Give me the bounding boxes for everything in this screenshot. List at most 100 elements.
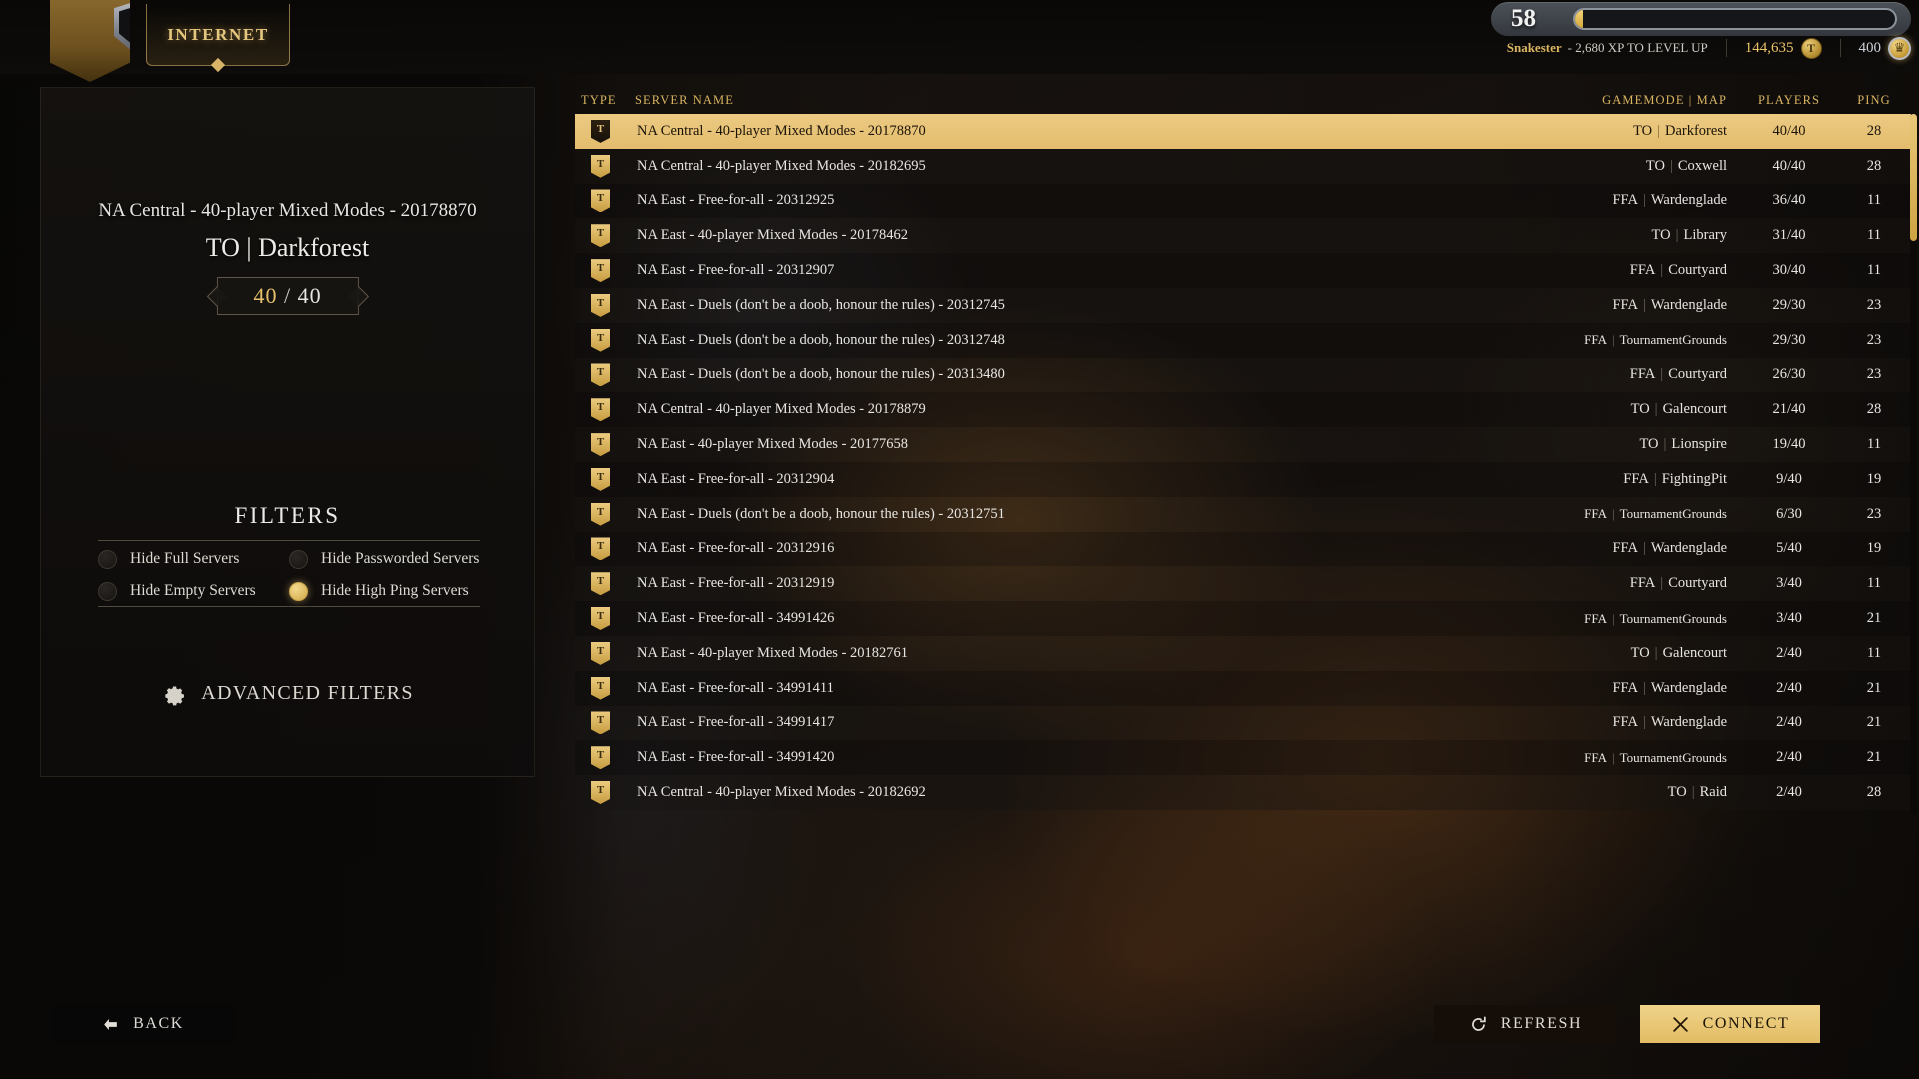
table-row[interactable]: NA East - Duels (don't be a doob, honour… [575, 357, 1911, 393]
server-gamemode-map: FFA | TournamentGrounds [1491, 750, 1741, 766]
arrow-left-icon [104, 1018, 117, 1030]
server-gamemode: TO [1639, 436, 1659, 453]
server-type-icon [591, 746, 610, 770]
column-header-gamemode-map[interactable]: GAMEMODE | MAP [1491, 93, 1741, 108]
server-map: Wardenglade [1650, 714, 1727, 731]
server-ping: 28 [1866, 157, 1882, 174]
top-bar: INTERNET 58 Snakester - 2,680 XP TO LEVE… [0, 0, 1919, 82]
server-players: 2/40 [1776, 784, 1802, 801]
server-ping: 11 [1867, 192, 1881, 209]
refresh-icon [1471, 1016, 1486, 1031]
toggle-icon[interactable] [98, 581, 117, 601]
server-gamemode: FFA [1612, 714, 1638, 731]
filters-grid: Hide Full Servers Hide Passworded Server… [98, 543, 480, 607]
xp-bar [1573, 8, 1897, 30]
server-players: 6/30 [1776, 505, 1802, 522]
table-row[interactable]: NA East - Free-for-all - 34991417 FFA|War… [575, 705, 1911, 741]
back-button[interactable]: BACK [50, 1005, 235, 1043]
separator: | [1660, 262, 1664, 279]
table-row[interactable]: NA East - Free-for-all - 34991411 FFA|War… [575, 670, 1911, 706]
column-header-server-name[interactable]: SERVER NAME [635, 93, 1491, 108]
server-gamemode: TO [1630, 644, 1650, 661]
table-row[interactable]: NA East - 40-player Mixed Modes - 201784… [575, 218, 1911, 254]
server-map: Courtyard [1668, 262, 1727, 279]
column-header-players[interactable]: PLAYERS [1741, 93, 1837, 108]
table-row[interactable]: NA East - Duels (don't be a doob, honour… [575, 322, 1911, 358]
filter-hide-full-servers[interactable]: Hide Full Servers [98, 549, 289, 569]
tab-internet[interactable]: INTERNET [146, 4, 290, 66]
table-row[interactable]: NA East - Free-for-all - 20312916 FFA|War… [575, 531, 1911, 567]
table-row[interactable]: NA Central - 40-player Mixed Modes - 201… [575, 775, 1911, 810]
separator: | [1663, 436, 1667, 453]
table-row[interactable]: NA East - 40-player Mixed Modes - 201827… [575, 635, 1911, 671]
server-name: NA East - Duels (don't be a doob, honour… [637, 331, 1005, 348]
server-map: Galencourt [1662, 401, 1727, 418]
server-map: TournamentGrounds [1619, 610, 1727, 626]
server-type-icon [591, 607, 610, 631]
column-header-ping[interactable]: PING [1837, 93, 1911, 108]
toggle-icon[interactable] [98, 549, 117, 569]
separator: | [1611, 332, 1615, 348]
table-row[interactable]: NA East - Free-for-all - 20312919 FFA|Cou… [575, 566, 1911, 602]
separator: | [1642, 192, 1646, 209]
refresh-button[interactable]: REFRESH [1434, 1005, 1617, 1043]
table-row[interactable]: NA East - 40-player Mixed Modes - 201776… [575, 427, 1911, 462]
server-type-icon [591, 259, 610, 283]
toggle-icon[interactable] [289, 581, 308, 601]
table-row[interactable]: NA East - Free-for-all - 20312904 FFA|Fig… [575, 461, 1911, 497]
xp-progress: 58 [1491, 2, 1911, 36]
column-header-type[interactable]: TYPE [575, 93, 635, 108]
divider [1839, 39, 1841, 57]
server-gamemode: FFA [1629, 366, 1656, 383]
server-name: NA East - 40-player Mixed Modes - 201776… [637, 436, 909, 453]
filter-hide-empty-servers[interactable]: Hide Empty Servers [98, 581, 289, 601]
server-gamemode-map: TO | Galencourt [1491, 401, 1741, 418]
crown-coin-icon [1888, 36, 1911, 60]
server-gamemode: FFA [1612, 540, 1638, 557]
advanced-filters-button[interactable]: ADVANCED FILTERS [41, 680, 534, 706]
table-row[interactable]: NA Central - 40-player Mixed Modes - 201… [575, 114, 1911, 149]
xp-to-level-up: - 2,680 XP TO LEVEL UP [1567, 40, 1708, 55]
separator: | [1611, 749, 1615, 765]
server-name: NA Central - 40-player Mixed Modes - 201… [637, 784, 926, 801]
table-row[interactable]: NA East - Free-for-all - 34991420 FFA|Tou… [575, 740, 1911, 776]
server-gamemode: FFA [1629, 575, 1656, 592]
divider [98, 540, 480, 541]
server-ping: 21 [1866, 679, 1882, 696]
table-row[interactable]: NA East - Duels (don't be a doob, honour… [575, 287, 1911, 323]
filter-hide-passworded-servers[interactable]: Hide Passworded Servers [289, 549, 480, 569]
table-row[interactable]: NA Central - 40-player Mixed Modes - 201… [575, 392, 1911, 428]
table-scrollbar[interactable] [1910, 114, 1917, 814]
server-ping: 11 [1867, 575, 1881, 592]
table-row[interactable]: NA East - Free-for-all - 20312907 FFA|Cou… [575, 253, 1911, 288]
server-ping: 19 [1866, 540, 1882, 557]
server-name: NA East - Free-for-all - 34991420 [637, 749, 835, 766]
server-gamemode-map: FFA | Courtyard [1491, 262, 1741, 279]
player-level: 58 [1511, 5, 1536, 32]
table-row[interactable]: NA Central - 40-player Mixed Modes - 201… [575, 148, 1911, 184]
server-type-icon [591, 224, 610, 248]
filter-hide-high-ping-servers[interactable]: Hide High Ping Servers [289, 581, 480, 601]
server-map: Raid [1699, 784, 1727, 801]
server-map: Galencourt [1662, 644, 1727, 661]
table-row[interactable]: NA East - Free-for-all - 34991426 FFA|Tou… [575, 601, 1911, 636]
server-players: 2/40 [1776, 749, 1802, 766]
tab-internet-label: INTERNET [167, 24, 269, 44]
crossed-swords-icon [1672, 1016, 1688, 1032]
advanced-filters-label: ADVANCED FILTERS [201, 681, 414, 704]
table-row[interactable]: NA East - Free-for-all - 20312925 FFA|War… [575, 183, 1911, 219]
refresh-label: REFRESH [1500, 1015, 1583, 1032]
scrollbar-thumb[interactable] [1910, 114, 1917, 241]
server-ping: 11 [1867, 262, 1881, 279]
server-players: 36/40 [1772, 192, 1806, 209]
server-gamemode: TO [1651, 227, 1671, 244]
server-gamemode-map: FFA | Wardenglade [1491, 192, 1741, 209]
selected-server-player-count: 40 / 40 [216, 277, 359, 315]
filter-label: Hide High Ping Servers [321, 582, 469, 599]
player-name: Snakester [1506, 40, 1562, 55]
server-name: NA Central - 40-player Mixed Modes - 201… [637, 157, 926, 174]
table-row[interactable]: NA East - Duels (don't be a doob, honour… [575, 496, 1911, 532]
separator: | [1660, 575, 1664, 592]
toggle-icon[interactable] [289, 549, 308, 569]
connect-button[interactable]: CONNECT [1640, 1005, 1820, 1043]
